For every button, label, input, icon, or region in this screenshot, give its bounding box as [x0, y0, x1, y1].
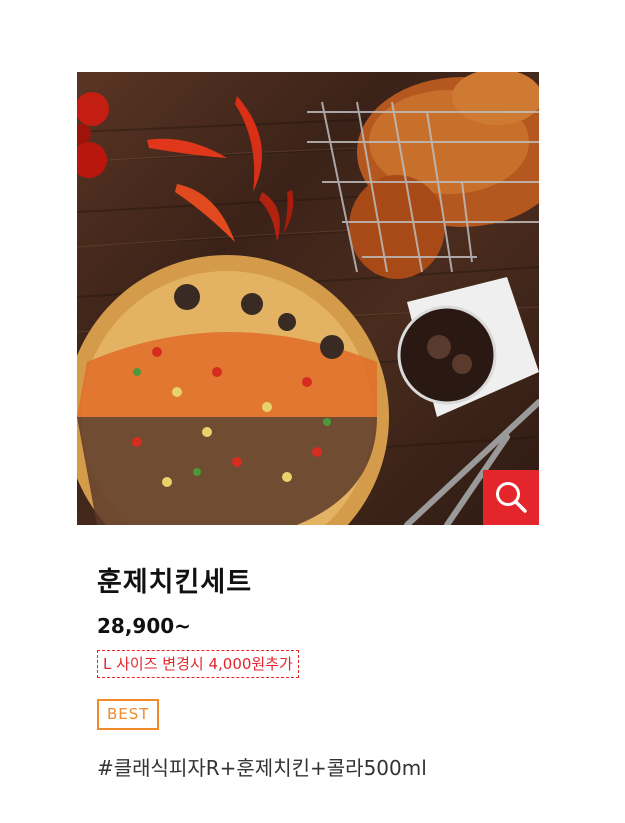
- product-price: 28,900~: [97, 614, 191, 638]
- product-name[interactable]: 훈제치킨세트: [97, 560, 252, 599]
- zoom-button[interactable]: [483, 470, 539, 525]
- product-card: 훈제치킨세트 28,900~ L 사이즈 변경시 4,000원추가 BEST #…: [0, 0, 625, 823]
- product-description: #클래식피자R+훈제치킨+콜라500ml: [97, 756, 427, 780]
- product-image[interactable]: [77, 72, 539, 525]
- best-badge: BEST: [97, 699, 160, 730]
- magnifier-icon: [496, 482, 527, 513]
- size-upgrade-note: L 사이즈 변경시 4,000원추가: [97, 650, 299, 678]
